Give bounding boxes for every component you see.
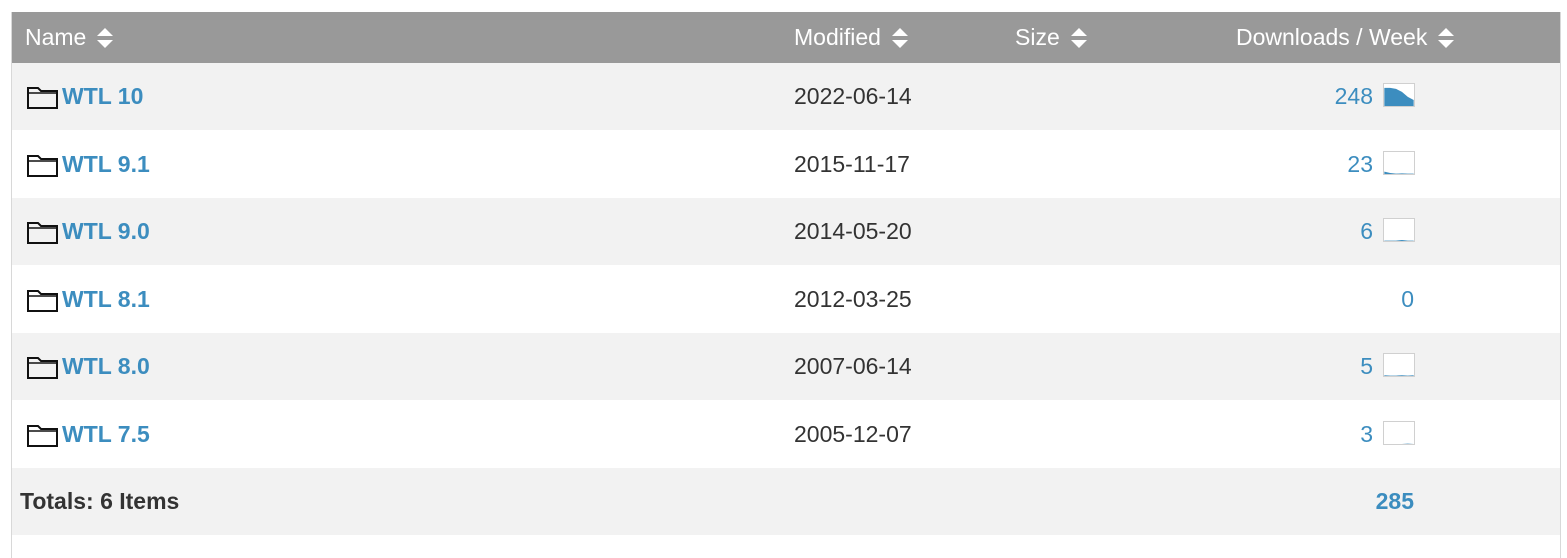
downloads-sparkline[interactable]	[1383, 151, 1415, 175]
column-header-size[interactable]: Size	[1015, 12, 1088, 63]
folder-icon	[27, 356, 58, 379]
table-row[interactable]: WTL 7.5 2005-12-07 3	[12, 401, 1560, 468]
modified-date: 2015-11-17	[794, 151, 910, 177]
folder-icon	[27, 424, 58, 447]
folder-link[interactable]: WTL 8.1	[62, 286, 150, 313]
downloads-sparkline[interactable]	[1383, 353, 1415, 377]
folder-link[interactable]: WTL 7.5	[62, 421, 150, 448]
table-row[interactable]: WTL 10 2022-06-14 248	[12, 63, 1560, 130]
sort-updown-icon	[1438, 27, 1455, 48]
totals-downloads: 285	[1375, 488, 1414, 514]
modified-date: 2007-06-14	[794, 353, 912, 379]
downloads-count[interactable]: 6	[1360, 198, 1373, 265]
name-cell: WTL 9.1	[26, 131, 150, 198]
column-header-name-label: Name	[25, 24, 87, 50]
sort-updown-icon	[97, 27, 114, 48]
folder-icon	[27, 221, 58, 244]
sparkline-area	[1384, 87, 1414, 106]
totals-row: Totals: 6 Items 285	[12, 468, 1560, 535]
name-cell: WTL 8.1	[26, 266, 150, 333]
table-row[interactable]: WTL 8.1 2012-03-25 0	[12, 266, 1560, 333]
downloads-count[interactable]: 23	[1347, 131, 1373, 198]
downloads-count[interactable]: 3	[1360, 401, 1373, 468]
modified-date: 2014-05-20	[794, 218, 912, 244]
sort-updown-icon	[1070, 27, 1087, 48]
name-cell: WTL 10	[26, 63, 143, 130]
column-header-name[interactable]: Name	[25, 12, 114, 63]
sparkline-area	[1384, 171, 1414, 174]
table-row[interactable]: WTL 9.1 2015-11-17 23	[12, 131, 1560, 198]
downloads-sparkline[interactable]	[1383, 83, 1415, 107]
column-header-modified-label: Modified	[794, 24, 881, 50]
column-header-modified[interactable]: Modified	[794, 12, 909, 63]
folder-link[interactable]: WTL 8.0	[62, 353, 150, 380]
name-cell: WTL 9.0	[26, 198, 150, 265]
folder-link[interactable]: WTL 9.0	[62, 218, 150, 245]
name-cell: WTL 7.5	[26, 401, 150, 468]
modified-date: 2012-03-25	[794, 286, 912, 312]
column-header-downloads-label: Downloads / Week	[1236, 24, 1428, 50]
downloads-count[interactable]: 5	[1360, 333, 1373, 400]
downloads-count[interactable]: 0	[1401, 266, 1414, 333]
column-header-size-label: Size	[1015, 24, 1060, 50]
name-cell: WTL 8.0	[26, 333, 150, 400]
totals-label: Totals: 6 Items	[20, 488, 180, 514]
downloads-sparkline[interactable]	[1383, 218, 1415, 242]
modified-date: 2005-12-07	[794, 421, 912, 447]
folder-icon	[27, 154, 58, 177]
folder-link[interactable]: WTL 9.1	[62, 151, 150, 178]
folder-icon	[27, 289, 58, 312]
downloads-count[interactable]: 248	[1335, 63, 1373, 130]
column-header-downloads[interactable]: Downloads / Week	[1236, 12, 1455, 63]
folder-link[interactable]: WTL 10	[62, 83, 143, 110]
folder-icon	[27, 86, 58, 109]
modified-date: 2022-06-14	[794, 83, 912, 109]
table-row[interactable]: WTL 8.0 2007-06-14 5	[12, 333, 1560, 400]
sort-updown-icon	[891, 27, 908, 48]
sparkline-area	[1384, 375, 1414, 376]
table-header: Name Modified Size Downloads / Week	[12, 12, 1560, 63]
downloads-sparkline[interactable]	[1383, 421, 1415, 445]
table-row[interactable]: WTL 9.0 2014-05-20 6	[12, 198, 1560, 265]
sparkline-area	[1384, 239, 1414, 241]
